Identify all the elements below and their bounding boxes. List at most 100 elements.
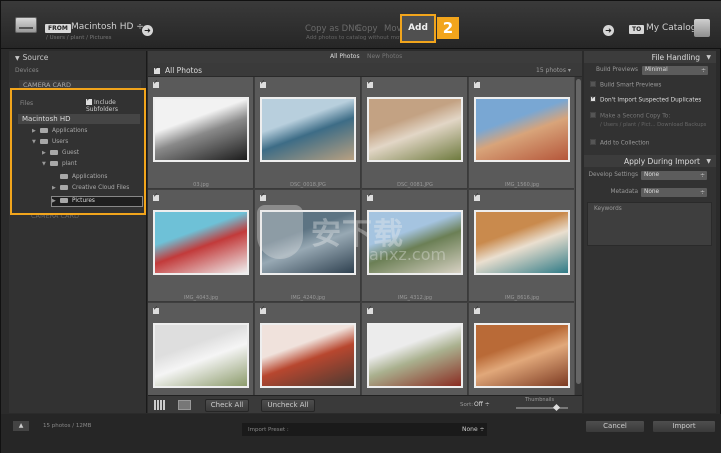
photo-cell[interactable]: IMG_1560.jpg — [469, 77, 574, 189]
disclosure-triangle-icon[interactable]: ▶ — [42, 149, 50, 158]
photo-cell[interactable]: IMG_8616.jpg — [469, 190, 574, 302]
photo-thumbnail[interactable] — [474, 97, 570, 162]
file-handling-header[interactable]: File Handling ▼ — [584, 51, 716, 63]
tab-new-photos[interactable]: New Photos — [367, 53, 402, 60]
slider-knob[interactable] — [552, 403, 561, 412]
uncheck-all-button[interactable]: Uncheck All — [261, 399, 315, 412]
tree-item-guest[interactable]: ▶ Guest — [42, 149, 79, 158]
keywords-label: Keywords — [594, 206, 622, 212]
photo-checkbox[interactable] — [367, 192, 373, 201]
apply-during-import-header[interactable]: Apply During Import ▼ — [584, 155, 716, 167]
grid-view-icon[interactable] — [154, 400, 166, 410]
build-previews-select[interactable]: Minimal — [642, 66, 708, 75]
photo-checkbox[interactable] — [367, 79, 373, 88]
folder-icon — [40, 139, 48, 144]
photo-thumbnail[interactable] — [153, 210, 249, 275]
second-copy-path[interactable]: / Users / plant / Pict... Download Backu… — [600, 122, 706, 128]
photo-thumbnail[interactable] — [260, 323, 356, 388]
cancel-button[interactable]: Cancel — [585, 420, 645, 433]
photo-thumbnail[interactable] — [367, 323, 463, 388]
photo-checkbox[interactable] — [153, 305, 159, 314]
photo-cell[interactable] — [148, 303, 254, 395]
photo-checkbox[interactable] — [260, 79, 266, 88]
photo-checkbox[interactable] — [153, 79, 159, 88]
thumbnail-size-slider[interactable] — [516, 403, 568, 412]
collapse-triangle-icon[interactable]: ▼ — [706, 158, 711, 165]
loupe-view-icon[interactable] — [178, 400, 191, 410]
tree-item-applications-sub[interactable]: Applications — [52, 173, 107, 182]
source-panel-header[interactable]: ▼ Source — [15, 53, 48, 62]
add-to-collection-checkbox[interactable]: Add to Collection — [590, 139, 649, 147]
mode-add[interactable]: Add — [400, 14, 436, 43]
tab-all-photos[interactable]: All Photos — [330, 53, 360, 60]
tree-item-pictures[interactable]: ▶ Pictures — [51, 196, 143, 207]
photo-checkbox[interactable] — [474, 79, 480, 88]
expand-toggle-button[interactable]: ▲ — [13, 421, 29, 431]
photo-cell[interactable]: DSC_0081.JPG — [362, 77, 468, 189]
check-all-button[interactable]: Check All — [205, 399, 249, 412]
photo-checkbox[interactable] — [260, 305, 266, 314]
photo-thumbnail[interactable] — [260, 210, 356, 275]
photo-count[interactable]: 15 photos ▾ — [536, 67, 571, 74]
disclosure-triangle-icon[interactable]: ▶ — [52, 184, 60, 193]
photo-cell[interactable]: IMG_4043.jpg — [148, 190, 254, 302]
photo-thumbnail[interactable] — [153, 323, 249, 388]
photo-cell[interactable] — [255, 303, 361, 395]
checkbox-icon[interactable] — [590, 112, 596, 118]
checkbox-checked-icon[interactable] — [86, 96, 92, 105]
photo-checkbox[interactable] — [367, 305, 373, 314]
checkbox-icon[interactable] — [590, 139, 596, 145]
scrollbar-thumb[interactable] — [576, 79, 581, 384]
checkbox-checked-icon[interactable] — [590, 94, 596, 102]
photo-thumbnail[interactable] — [367, 210, 463, 275]
photo-cell[interactable]: DSC_0018.JPG — [255, 77, 361, 189]
metadata-select[interactable]: None — [641, 188, 707, 197]
sort-dropdown[interactable]: Off ÷ — [474, 401, 490, 408]
photo-thumbnail[interactable] — [260, 97, 356, 162]
second-copy-checkbox[interactable]: Make a Second Copy To: — [590, 112, 670, 120]
mode-copy-as-dng[interactable]: Copy as DNG — [305, 24, 361, 34]
disclosure-triangle-icon[interactable]: ▼ — [32, 138, 40, 147]
develop-settings-select[interactable]: None — [641, 171, 707, 180]
mode-copy[interactable]: Copy — [356, 24, 378, 34]
photo-cell[interactable]: IMG_4312.jpg — [362, 190, 468, 302]
disclosure-triangle-icon[interactable]: ▶ — [32, 127, 40, 136]
import-preset-bar[interactable]: Import Preset : None ÷ — [242, 423, 487, 436]
tree-item-applications[interactable]: ▶ Applications — [32, 127, 87, 136]
select-all-checkbox[interactable] — [154, 65, 160, 74]
tree-item-label: Applications — [52, 128, 88, 134]
photo-cell[interactable]: 03.jpg — [148, 77, 254, 189]
photo-cell[interactable] — [362, 303, 468, 395]
collapse-triangle-icon[interactable]: ▼ — [706, 54, 711, 61]
tree-item-creative-cloud-files[interactable]: ▶ Creative Cloud Files — [52, 184, 129, 193]
photo-checkbox[interactable] — [260, 192, 266, 201]
photo-checkbox[interactable] — [474, 305, 480, 314]
import-button[interactable]: Import — [652, 420, 716, 433]
keywords-field[interactable]: Keywords — [587, 202, 712, 246]
tree-item-users[interactable]: ▼ Users — [32, 138, 68, 147]
photo-thumbnail[interactable] — [153, 97, 249, 162]
dont-import-duplicates-checkbox[interactable]: Don't Import Suspected Duplicates — [590, 94, 701, 104]
photo-checkbox[interactable] — [474, 192, 480, 201]
tree-root-macintosh-hd[interactable]: Macintosh HD — [18, 114, 140, 124]
checkbox-icon[interactable] — [590, 81, 596, 87]
include-subfolders-checkbox[interactable]: Include Subfolders — [86, 96, 144, 113]
disclosure-triangle-icon[interactable]: ▶ — [52, 197, 60, 206]
hard-drive-icon[interactable] — [15, 17, 37, 33]
disclosure-triangle-icon[interactable]: ▼ — [42, 160, 50, 169]
grid-scrollbar[interactable] — [575, 77, 582, 395]
photo-thumbnail[interactable] — [367, 97, 463, 162]
metadata-label: Metadata — [610, 189, 638, 195]
arrow-right-icon: ➜ — [142, 25, 153, 36]
build-smart-previews-checkbox[interactable]: Build Smart Previews — [590, 81, 661, 89]
folder-icon — [60, 198, 68, 203]
tree-item-plant[interactable]: ▼ plant — [42, 160, 77, 169]
photo-cell[interactable] — [469, 303, 574, 395]
import-preset-select[interactable]: None ÷ — [462, 426, 485, 433]
photo-checkbox[interactable] — [153, 192, 159, 201]
photo-thumbnail[interactable] — [474, 210, 570, 275]
collapse-triangle-icon[interactable]: ▼ — [15, 55, 20, 62]
source-selector[interactable]: Macintosh HD ÷ — [71, 22, 144, 32]
photo-thumbnail[interactable] — [474, 323, 570, 388]
photo-cell[interactable]: IMG_4240.jpg — [255, 190, 361, 302]
